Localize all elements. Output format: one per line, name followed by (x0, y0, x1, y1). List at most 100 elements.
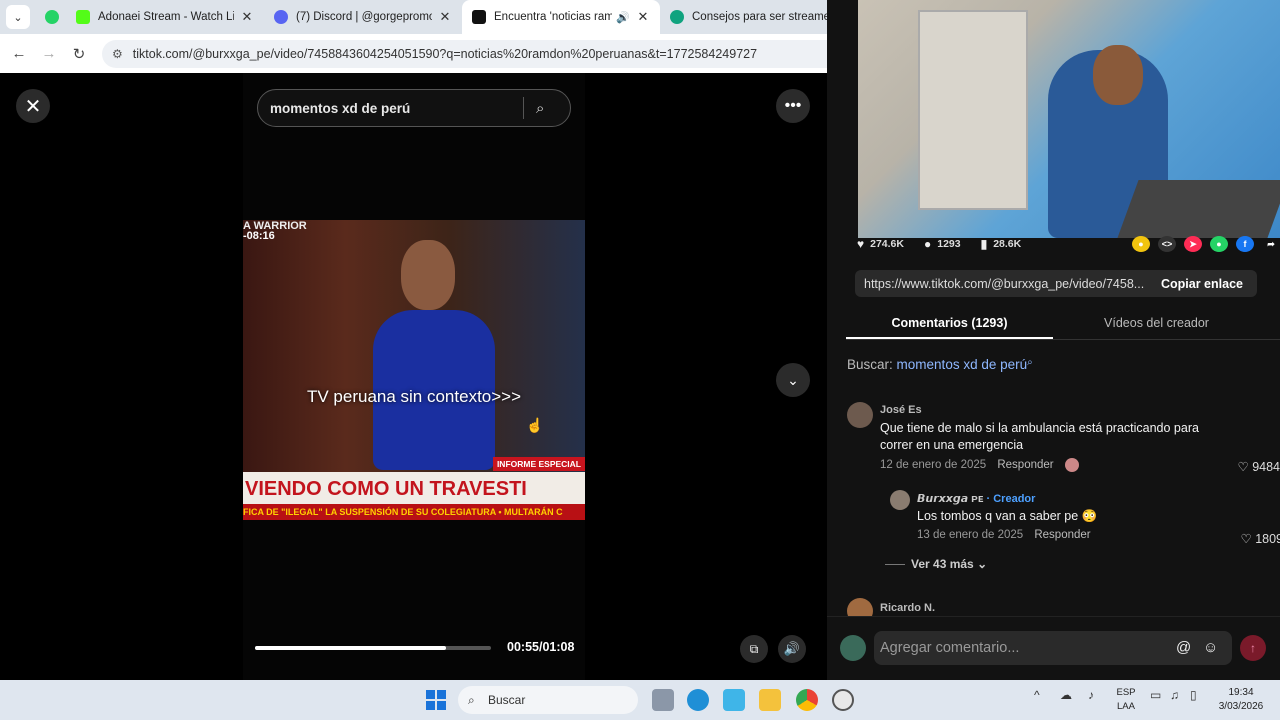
address-bar: ← → ↻ ⚙ tiktok.com/@burxxga_pe/video/745… (0, 34, 860, 73)
video-caption: TV peruana sin contexto>>> (306, 387, 522, 406)
tab-comments[interactable]: Comentarios (1293) (846, 306, 1053, 339)
search-icon[interactable]: ⌕ (536, 100, 570, 117)
tab-title: (7) Discord | @gorgepromoter (296, 11, 432, 23)
lang-primary: ESP (1116, 687, 1136, 698)
reply-date: 13 de enero de 2025 (917, 529, 1024, 541)
send-comment-button[interactable]: ↑ (1240, 635, 1266, 661)
next-video-button[interactable]: ⌄ (776, 363, 810, 397)
edge-icon[interactable] (687, 689, 709, 711)
volume-button[interactable]: 🔊 (778, 635, 806, 663)
comment-author[interactable]: Ricardo N. (880, 602, 935, 614)
emoji-icon[interactable]: ☺ (1203, 639, 1218, 656)
microphone-icon[interactable]: ♪ (1088, 688, 1094, 702)
video-search-box[interactable]: momentos xd de perú ⌕ (257, 89, 571, 127)
tab-creator-videos[interactable]: Vídeos del creador (1053, 306, 1260, 339)
more-options-button[interactable]: ••• (776, 89, 810, 123)
video-frame[interactable]: A WARRIOR -08:16 TV peruana sin contexto… (243, 220, 585, 520)
windows-taskbar: ⌕ Buscar ^ ☁ ♪ ESP LAA ▭ ♫ ▯ 19:34 3/03/… (0, 680, 1280, 720)
windows-start-icon[interactable] (426, 690, 446, 710)
copy-link-button[interactable]: Copiar enlace (1147, 277, 1257, 291)
comment-stat[interactable]: ● 1293 (924, 237, 961, 251)
reply-like[interactable]: ♡ 1809 (1241, 531, 1280, 546)
panel-tabs: Comentarios (1293) Vídeos del creador (846, 306, 1280, 340)
share-buttons: ● <> ➤ ● f ➦ (1124, 236, 1280, 252)
close-viewer-button[interactable]: ✕ (16, 89, 50, 123)
network-icon[interactable]: ▭ (1150, 688, 1161, 702)
reply-button[interactable]: Responder (1034, 529, 1090, 541)
browser-tab-bar: ⌄ Adonaei Stream - Watch Live o ✕ (7) Di… (0, 0, 860, 34)
avatar (840, 635, 866, 661)
tab-discord[interactable]: (7) Discord | @gorgepromoter ✕ (264, 0, 462, 34)
cloud-icon[interactable]: ☁ (1060, 688, 1072, 702)
avatar[interactable] (847, 598, 873, 616)
video-time: 00:55/01:08 (507, 640, 575, 654)
video-person (373, 240, 495, 470)
arrow-up-icon: ↑ (1250, 641, 1256, 655)
stats-row: ♥ 274.6K ● 1293 ▮ 28.6K ● <> ➤ ● f ➦ (857, 236, 1280, 252)
search-icon: ⌕ (1027, 357, 1033, 368)
comment-count: 1293 (937, 238, 961, 250)
reply-text: Los tombos q van a saber pe 😳 (917, 509, 1098, 523)
volume-icon[interactable]: ♫ (1170, 688, 1179, 702)
store-icon[interactable] (723, 689, 745, 711)
search-input[interactable]: momentos xd de perú (270, 101, 523, 116)
comment-icon: ● (923, 237, 932, 251)
informe-badge: INFORME ESPECIAL (492, 457, 585, 471)
volume-icon: 🔊 (783, 641, 801, 656)
clock[interactable]: 19:34 3/03/2026 (1214, 686, 1268, 714)
comment-author[interactable]: José Es (880, 404, 1220, 416)
share-icon[interactable]: ➦ (1262, 236, 1280, 252)
discord-icon (274, 10, 288, 24)
coin-icon[interactable]: ● (1132, 236, 1150, 252)
embed-icon[interactable]: <> (1158, 236, 1176, 252)
comment-text: Que tiene de malo si la ambulancia está … (880, 421, 1199, 452)
language-indicator[interactable]: ESP LAA (1114, 686, 1138, 714)
comment-like[interactable]: ♡ 9484 (1238, 459, 1280, 474)
comment-meta: 12 de enero de 2025 Responder (880, 458, 1220, 472)
chevron-up-icon[interactable]: ^ (1034, 688, 1040, 702)
save-stat[interactable]: ▮ 28.6K (981, 237, 1022, 251)
progress-fill (255, 646, 447, 650)
back-icon[interactable]: ← (4, 45, 34, 62)
forward-icon[interactable]: → (34, 45, 64, 62)
share-link[interactable]: https://www.tiktok.com/@burxxga_pe/video… (864, 277, 1147, 291)
close-icon: ✕ (24, 95, 42, 118)
like-stat[interactable]: ♥ 274.6K (857, 237, 904, 251)
facebook-share-icon[interactable]: f (1236, 236, 1254, 252)
tab-kick[interactable]: Adonaei Stream - Watch Live o ✕ (66, 0, 264, 34)
whatsapp-share-icon[interactable]: ● (1210, 236, 1228, 252)
close-tab-icon[interactable]: ✕ (438, 9, 452, 25)
gear-icon[interactable] (832, 689, 854, 711)
task-view-icon[interactable] (652, 689, 674, 711)
tab-search-icon[interactable]: ⌄ (6, 5, 30, 29)
tab-tiktok[interactable]: Encuentra 'noticias ramdon 🔊 ✕ (462, 0, 660, 34)
details-panel: ♥ 274.6K ● 1293 ▮ 28.6K ● <> ➤ ● f ➦ htt… (827, 0, 1280, 680)
send-icon[interactable]: ➤ (1184, 236, 1202, 252)
chevron-down-icon: ⌄ (787, 371, 799, 388)
search-term-link[interactable]: momentos xd de perú (897, 357, 1028, 372)
creator-badge: · Creador (986, 493, 1036, 505)
reply-button[interactable]: Responder (997, 459, 1053, 471)
search-icon: ⌕ (468, 693, 475, 707)
battery-icon[interactable]: ▯ (1190, 688, 1197, 702)
pip-button[interactable]: ⧉ (740, 635, 768, 663)
comment-date: 12 de enero de 2025 (880, 459, 987, 472)
reload-icon[interactable]: ↻ (64, 45, 94, 63)
avatar[interactable] (847, 402, 873, 428)
view-more-replies[interactable]: Ver 43 más ⌄ (885, 557, 987, 571)
whatsapp-tab[interactable] (38, 3, 66, 31)
video-progress-bar[interactable] (255, 646, 491, 650)
speaker-icon[interactable]: 🔊 (616, 11, 630, 24)
taskbar-search[interactable]: ⌕ Buscar (458, 686, 638, 714)
video-column: momentos xd de perú ⌕ A WARRIOR -08:16 T… (243, 73, 585, 680)
avatar[interactable] (890, 490, 910, 510)
chrome-icon[interactable] (796, 689, 818, 711)
close-tab-icon[interactable]: ✕ (240, 9, 254, 25)
time-tag: -08:16 (243, 230, 275, 242)
mention-icon[interactable]: @ (1176, 639, 1191, 656)
file-explorer-icon[interactable] (759, 689, 781, 711)
close-tab-icon[interactable]: ✕ (636, 9, 650, 25)
site-info-icon[interactable]: ⚙ (112, 47, 123, 61)
url-field[interactable]: ⚙ tiktok.com/@burxxga_pe/video/745884360… (102, 39, 852, 68)
reply-author[interactable]: 𝘽𝙪𝙧𝙭𝙭𝙜𝙖 ᴘᴇ · Creador (917, 492, 1217, 505)
